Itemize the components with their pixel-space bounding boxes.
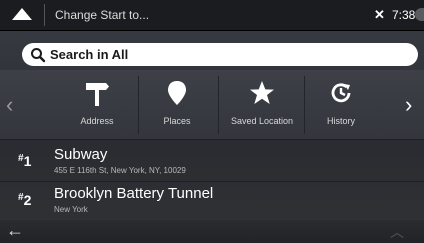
category-history[interactable]: History — [306, 70, 376, 140]
screen: Change Start to... ✕ 7:38am Search in Al… — [0, 0, 424, 243]
result-address: 455 E 116th St, New York, NY, 10029 — [54, 166, 186, 175]
scroll-left-icon[interactable]: ‹ — [6, 92, 13, 118]
result-number: #2 — [18, 192, 32, 208]
category-label: History — [326, 116, 355, 126]
result-number: #1 — [18, 153, 32, 169]
navigation-arrow-icon[interactable] — [12, 8, 32, 20]
category-label: Address — [80, 116, 114, 126]
satellite-icon: ✕ — [374, 7, 385, 22]
category-label: Places — [163, 116, 191, 126]
scroll-up-icon[interactable]: ︿ — [390, 222, 404, 242]
back-arrow-icon[interactable]: ← — [6, 220, 24, 241]
result-name: Brooklyn Battery Tunnel — [54, 185, 214, 202]
star-icon — [227, 80, 297, 106]
search-label: Search in All — [50, 47, 129, 62]
scroll-right-icon[interactable]: › — [405, 92, 412, 118]
result-row[interactable]: #2 Brooklyn Battery Tunnel New York — [0, 182, 424, 219]
result-address: New York — [54, 205, 88, 214]
category-label: Saved Location — [230, 116, 294, 126]
chat-bubble-icon[interactable] — [415, 8, 424, 21]
signpost-icon — [62, 80, 132, 106]
search-input[interactable]: Search in All — [22, 43, 418, 66]
top-bar: Change Start to... ✕ 7:38am — [0, 0, 424, 31]
search-icon — [31, 48, 46, 63]
result-name: Subway — [54, 146, 108, 163]
page-title: Change Start to... — [55, 8, 150, 22]
result-row[interactable]: #1 Subway 455 E 116th St, New York, NY, … — [0, 143, 424, 180]
category-row: ‹ Address Places Saved Location History … — [0, 70, 424, 140]
bottom-bar: ← ︿ — [0, 220, 424, 243]
top-bar-divider — [44, 4, 45, 26]
category-saved-location[interactable]: Saved Location — [227, 70, 297, 140]
place-pin-icon — [142, 80, 212, 106]
category-places[interactable]: Places — [142, 70, 212, 140]
category-address[interactable]: Address — [62, 70, 132, 140]
clock-time: 7:38 — [392, 8, 416, 22]
history-icon — [306, 80, 376, 106]
